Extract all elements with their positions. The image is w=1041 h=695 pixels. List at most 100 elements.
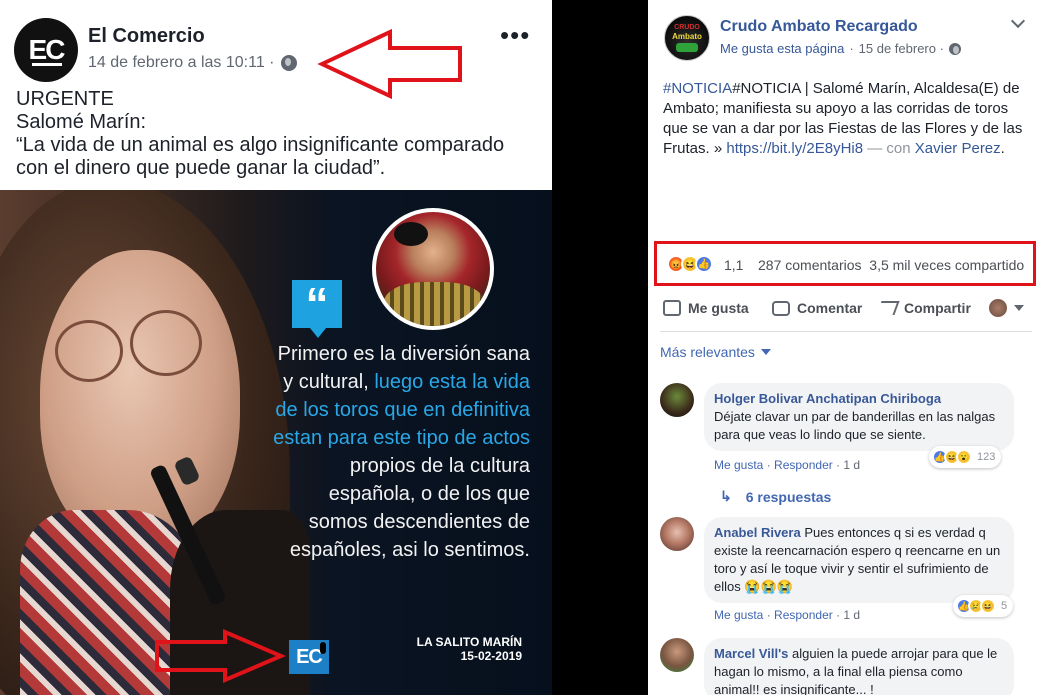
comment-actions: Me gusta · Responder · 1 d bbox=[714, 458, 861, 472]
hashtag-noticia[interactable]: #NOTICIA bbox=[663, 80, 732, 97]
avatar-line: CRUDO bbox=[674, 24, 700, 31]
more-options-icon[interactable]: ••• bbox=[500, 22, 530, 48]
comment-text: Déjate clavar un par de banderillas en l… bbox=[714, 409, 996, 442]
post-text-line: “La vida de un animal es algo insignific… bbox=[16, 134, 505, 156]
commenter-name[interactable]: Marcel Vill's bbox=[714, 646, 788, 661]
avatar bbox=[989, 299, 1007, 317]
like-button[interactable]: Me gusta bbox=[663, 300, 749, 316]
reactions-summary: 😡 😆 👍 1,1 287 comentarios 3,5 mil veces … bbox=[654, 241, 1036, 286]
comment-reply-link[interactable]: Responder bbox=[774, 458, 833, 472]
page-name[interactable]: El Comercio bbox=[88, 25, 205, 48]
comment-bubble: Marcel Vill's alguien la puede arrojar p… bbox=[704, 638, 1014, 695]
reaction-count[interactable]: 1,1 bbox=[724, 257, 743, 273]
post-text-line: URGENTE bbox=[16, 88, 114, 110]
comment-reactions[interactable]: 👍 😢 😆 5 bbox=[953, 595, 1014, 617]
like-icon: 👍 bbox=[695, 255, 713, 273]
post-body: #NOTICIA#NOTICIA | Salomé Marín, Alcalde… bbox=[663, 79, 1033, 159]
sort-comments-dropdown[interactable]: Más relevantes bbox=[660, 344, 771, 360]
globe-icon bbox=[948, 42, 961, 55]
comments-count[interactable]: 287 comentarios bbox=[758, 257, 862, 273]
comment-reply-link[interactable]: Responder bbox=[774, 608, 833, 622]
comment-bubble: Anabel Rivera Pues entonces q si es verd… bbox=[704, 517, 1014, 603]
like-page-link[interactable]: Me gusta esta página bbox=[720, 41, 844, 56]
haha-icon: 😆 bbox=[980, 598, 996, 614]
caption-name: LA SALITO MARÍN bbox=[416, 635, 522, 649]
post-link[interactable]: https://bit.ly/2E8yHi8 bbox=[726, 140, 863, 157]
chevron-down-icon[interactable] bbox=[1010, 13, 1026, 29]
share-button[interactable]: Compartir bbox=[876, 300, 971, 316]
share-label: Compartir bbox=[904, 300, 971, 316]
body-end: . bbox=[1000, 140, 1005, 157]
avatar[interactable] bbox=[660, 383, 694, 417]
comment-icon bbox=[772, 300, 790, 316]
logo-text: EC bbox=[296, 645, 323, 668]
comment-label: Comentar bbox=[797, 300, 863, 316]
thumbs-up-icon bbox=[663, 300, 681, 316]
reaction-icons[interactable]: 😡 😆 👍 bbox=[667, 255, 713, 273]
comment: Marcel Vill's alguien la puede arrojar p… bbox=[660, 638, 1032, 695]
avatar-badge bbox=[676, 43, 698, 52]
commenter-name[interactable]: Holger Bolivar Anchatipan Chiriboga bbox=[714, 390, 1002, 408]
shares-count[interactable]: 3,5 mil veces compartido bbox=[869, 257, 1024, 273]
post-text-line: con el dinero que puede ganar la ciudad”… bbox=[16, 157, 386, 179]
post-date: 14 de febrero a las 10:11 · bbox=[88, 54, 297, 72]
post-date[interactable]: 15 de febrero · bbox=[859, 41, 944, 56]
globe-icon bbox=[280, 55, 297, 71]
wow-icon: 😮 bbox=[956, 449, 972, 465]
crudo-ambato-post: CRUDO Ambato Crudo Ambato Recargado Me g… bbox=[648, 0, 1041, 695]
reaction-as-selector[interactable] bbox=[989, 299, 1024, 317]
reply-arrow-icon: ↳ bbox=[720, 488, 732, 504]
glasses-right bbox=[130, 310, 202, 376]
post-text: URGENTE Salomé Marín: “La vida de un ani… bbox=[16, 88, 541, 180]
meta-separator: · bbox=[849, 41, 854, 56]
share-icon bbox=[876, 301, 900, 315]
comment: Holger Bolivar Anchatipan Chiriboga Déja… bbox=[660, 383, 1032, 505]
divider bbox=[660, 331, 1032, 332]
replies-count: 6 respuestas bbox=[745, 488, 832, 505]
reaction-count: 123 bbox=[977, 451, 996, 463]
post-actions: Me gusta Comentar Compartir bbox=[648, 294, 1041, 322]
page-name[interactable]: Crudo Ambato Recargado bbox=[720, 18, 918, 36]
post-image[interactable]: “ Primero es la diversión sana y cultura… bbox=[0, 190, 552, 695]
post-meta: Me gusta esta página · 15 de febrero · bbox=[720, 41, 961, 56]
comment-actions: Me gusta · Responder · 1 d bbox=[714, 608, 861, 622]
commenter-name[interactable]: Anabel Rivera bbox=[714, 525, 801, 540]
el-comercio-logo: EC bbox=[289, 640, 329, 674]
comment-time[interactable]: 1 d bbox=[843, 608, 860, 622]
portrait-face bbox=[40, 250, 240, 550]
view-replies-link[interactable]: ↳ 6 respuestas bbox=[720, 488, 831, 505]
sort-label: Más relevantes bbox=[660, 344, 755, 360]
comment-time[interactable]: 1 d bbox=[843, 458, 860, 472]
quote-icon: “ bbox=[292, 280, 342, 338]
comment-button[interactable]: Comentar bbox=[772, 300, 862, 316]
annotation-arrow-logo bbox=[155, 628, 287, 684]
el-comercio-post: EC El Comercio 14 de febrero a las 10:11… bbox=[0, 0, 552, 695]
avatar[interactable] bbox=[660, 638, 694, 672]
avatar[interactable] bbox=[660, 517, 694, 551]
comment-like-link[interactable]: Me gusta bbox=[714, 608, 763, 622]
quote-caption: LA SALITO MARÍN 15-02-2019 bbox=[417, 635, 522, 663]
like-label: Me gusta bbox=[688, 300, 749, 316]
reaction-stats: 287 comentarios 3,5 mil veces compartido bbox=[758, 257, 1024, 273]
caption-date: 15-02-2019 bbox=[460, 649, 522, 663]
comment-bubble: Holger Bolivar Anchatipan Chiriboga Déja… bbox=[704, 383, 1014, 451]
post-date-text[interactable]: 14 de febrero a las 10:11 · bbox=[88, 54, 275, 72]
comment: Anabel Rivera Pues entonces q si es verd… bbox=[660, 517, 1032, 627]
caret-down-icon bbox=[1014, 305, 1024, 311]
glasses-left bbox=[55, 320, 123, 382]
annotation-arrow-date bbox=[317, 28, 462, 100]
tagged-user[interactable]: Xavier Perez bbox=[915, 140, 1001, 157]
el-comercio-avatar[interactable]: EC bbox=[14, 18, 78, 82]
comment-like-link[interactable]: Me gusta bbox=[714, 458, 763, 472]
quote-part-2: propios de la cultura española, o de los… bbox=[289, 455, 530, 561]
caret-down-icon bbox=[760, 349, 771, 355]
quote-text: Primero es la diversión sana y cultural,… bbox=[270, 340, 530, 564]
avatar-text: EC bbox=[28, 34, 66, 65]
post-text-line: Salomé Marín: bbox=[16, 111, 147, 133]
with-text: — con bbox=[863, 140, 915, 157]
avatar-line: Ambato bbox=[672, 32, 702, 41]
comment-reactions[interactable]: 👍 😆 😮 123 bbox=[929, 446, 1002, 468]
crudo-ambato-avatar[interactable]: CRUDO Ambato bbox=[664, 15, 710, 61]
reaction-count: 5 bbox=[1001, 600, 1008, 612]
bullfighter-photo bbox=[372, 208, 494, 330]
